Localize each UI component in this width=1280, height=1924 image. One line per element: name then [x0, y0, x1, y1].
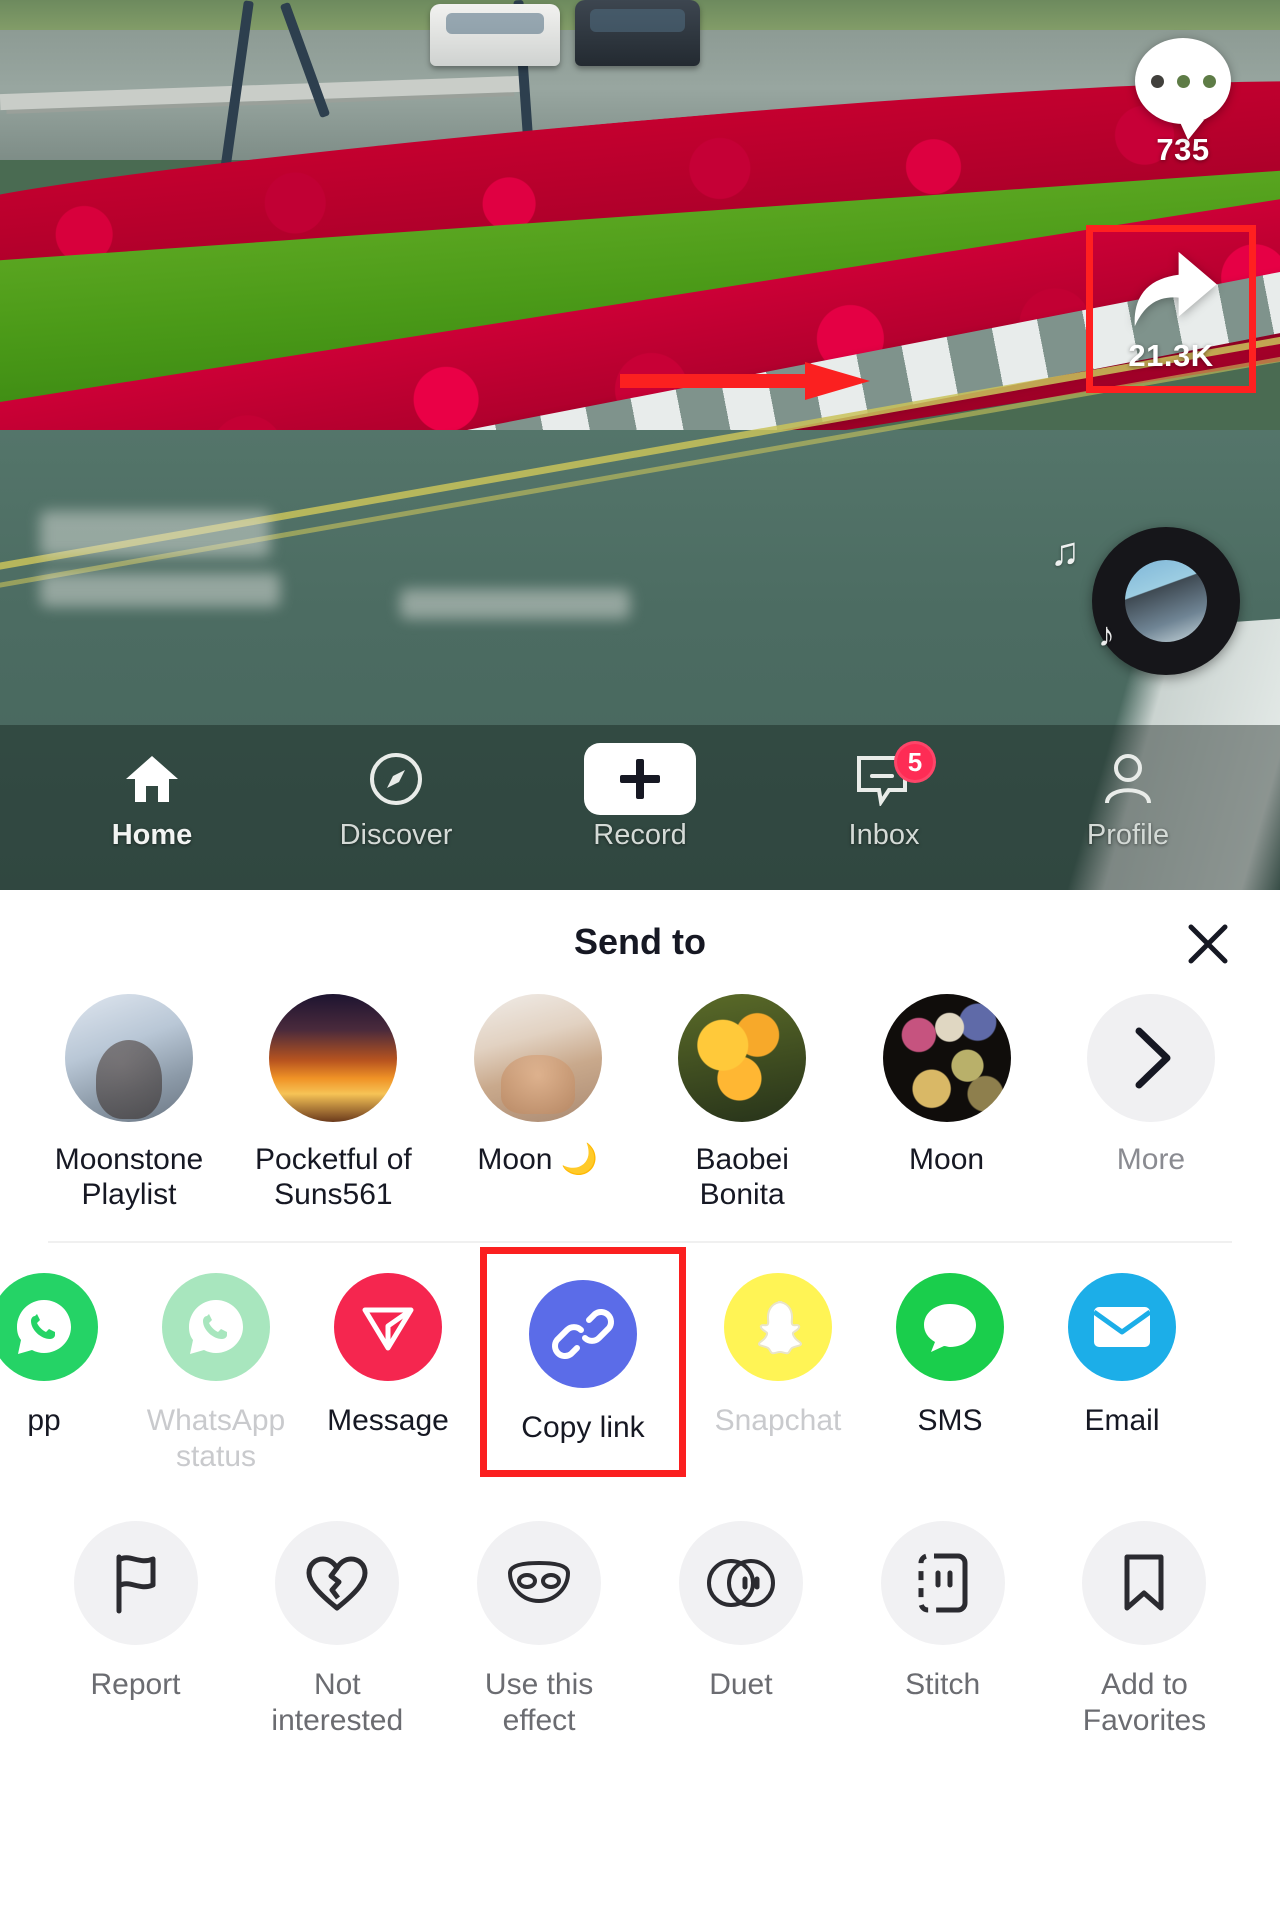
contact-name: Moonstone Playlist	[54, 1143, 204, 1212]
broken-heart-icon	[275, 1520, 400, 1645]
contact-item[interactable]: Moonstone Playlist	[40, 994, 218, 1213]
share-option-snapchat[interactable]: Snapchat	[692, 1272, 864, 1439]
sidebar-item-profile[interactable]: Profile	[1048, 751, 1208, 852]
chevron-right-icon	[1086, 994, 1215, 1122]
share-actions-row: Report Not interested Use this effect Du…	[0, 1477, 1280, 1739]
tab-label: Inbox	[848, 819, 920, 851]
sidebar-item-inbox[interactable]: 5 Inbox	[804, 741, 964, 852]
video-parked-cars	[430, 0, 730, 80]
action-label: Report	[90, 1667, 181, 1701]
annotation-box-share: 21.3K	[1086, 225, 1256, 393]
mask-icon	[477, 1520, 602, 1645]
envelope-icon	[1068, 1272, 1176, 1381]
action-not-interested[interactable]: Not interested	[250, 1520, 425, 1739]
duet-circles-icon	[678, 1520, 803, 1645]
share-option-whatsapp-status[interactable]: WhatsApp status	[130, 1272, 302, 1475]
share-arrow-icon	[1134, 251, 1217, 327]
share-option-label: SMS	[917, 1403, 983, 1437]
share-option-message[interactable]: Message	[302, 1272, 474, 1439]
tab-label: Profile	[1086, 819, 1170, 851]
share-option-copy-link[interactable]: Copy link	[480, 1246, 686, 1477]
plus-icon	[574, 743, 706, 815]
action-stitch[interactable]: Stitch	[855, 1520, 1030, 1703]
record-button[interactable]: Record	[560, 743, 720, 852]
bottom-tabbar: Home Discover Record 5 Inbox Profile	[0, 725, 1280, 890]
caption-blurred	[40, 511, 630, 635]
bookmark-icon	[1082, 1520, 1207, 1645]
share-option-label: Message	[327, 1403, 449, 1437]
contact-name: Pocketful of Suns561	[255, 1143, 412, 1212]
person-icon	[1102, 751, 1154, 807]
contact-name: Baobei Bonita	[695, 1143, 789, 1212]
chain-link-icon	[529, 1279, 637, 1388]
share-sheet: Send to Moonstone Playlist Pocketful of …	[0, 890, 1280, 1924]
avatar	[678, 994, 807, 1122]
status-badge: 5	[894, 741, 936, 783]
contact-name: Moon 🌙	[477, 1143, 599, 1176]
action-duet[interactable]: Duet	[653, 1520, 828, 1703]
contacts-row: Moonstone Playlist Pocketful of Suns561 …	[0, 994, 1280, 1213]
whatsapp-status-icon	[162, 1272, 270, 1381]
page-title: Send to	[574, 921, 706, 962]
share-option-label: Email	[1084, 1403, 1160, 1437]
share-option-label: WhatsApp status	[146, 1403, 286, 1473]
share-option-label: Copy link	[521, 1410, 645, 1444]
sidebar-item-home[interactable]: Home	[72, 751, 232, 852]
snapchat-ghost-icon	[724, 1272, 832, 1381]
comment-bubble-icon	[1135, 38, 1231, 140]
action-label: Stitch	[905, 1667, 981, 1701]
share-apps-row: pp WhatsApp status Message Copy link Sna…	[0, 1243, 1280, 1477]
share-option-label: Snapchat	[714, 1403, 842, 1437]
tiktok-share-screen: ♫ ♪ 735 21.3K Home Discover Record 5 Inb…	[0, 0, 1280, 1924]
action-label: Duet	[709, 1667, 773, 1701]
contact-name: More	[1116, 1143, 1186, 1176]
tab-label: Home	[111, 819, 193, 851]
share-option-whatsapp[interactable]: pp	[0, 1272, 130, 1439]
action-label: Use this effect	[484, 1667, 594, 1737]
action-add-to-favorites[interactable]: Add to Favorites	[1057, 1520, 1232, 1739]
contact-item[interactable]: Pocketful of Suns561	[244, 994, 422, 1213]
sidebar-item-discover[interactable]: Discover	[316, 751, 476, 852]
music-disc-image	[1125, 560, 1207, 642]
compass-icon	[369, 751, 423, 807]
flag-icon	[73, 1520, 198, 1645]
tab-label: Record	[593, 819, 687, 851]
stitch-icon	[880, 1520, 1005, 1645]
annotation-pointer-arrow	[620, 362, 870, 400]
action-label: Add to Favorites	[1082, 1667, 1207, 1737]
avatar	[473, 994, 602, 1122]
music-note-icon: ♪	[1098, 616, 1115, 654]
contact-name: Moon	[909, 1143, 985, 1176]
action-report[interactable]: Report	[48, 1520, 223, 1703]
contact-item[interactable]: Moon 🌙	[449, 994, 627, 1177]
whatsapp-icon	[0, 1272, 98, 1381]
video-player[interactable]: ♫ ♪ 735 21.3K Home Discover Record 5 Inb…	[0, 0, 1280, 890]
share-option-sms[interactable]: SMS	[864, 1272, 1036, 1439]
share-option-label: pp	[27, 1403, 61, 1437]
contact-item[interactable]: Baobei Bonita	[653, 994, 831, 1213]
avatar	[269, 994, 398, 1122]
tab-label: Discover	[339, 819, 453, 851]
avatar	[65, 994, 193, 1122]
contact-item[interactable]: Moon	[858, 994, 1036, 1177]
more-contacts-button[interactable]: More	[1062, 994, 1240, 1177]
share-button-annotated[interactable]: 21.3K	[1086, 225, 1258, 393]
share-option-email[interactable]: Email	[1036, 1272, 1208, 1439]
comment-button[interactable]: 735	[1108, 38, 1258, 168]
share-sheet-header: Send to	[0, 890, 1280, 994]
sms-bubble-icon	[896, 1272, 1004, 1381]
close-icon[interactable]	[1184, 920, 1232, 968]
action-label: Not interested	[271, 1667, 404, 1737]
action-use-this-effect[interactable]: Use this effect	[452, 1520, 627, 1739]
avatar	[882, 994, 1011, 1122]
share-count: 21.3K	[1128, 338, 1214, 373]
music-note-icon: ♫	[1050, 530, 1080, 574]
direct-message-icon	[334, 1272, 442, 1381]
home-icon	[124, 751, 180, 807]
